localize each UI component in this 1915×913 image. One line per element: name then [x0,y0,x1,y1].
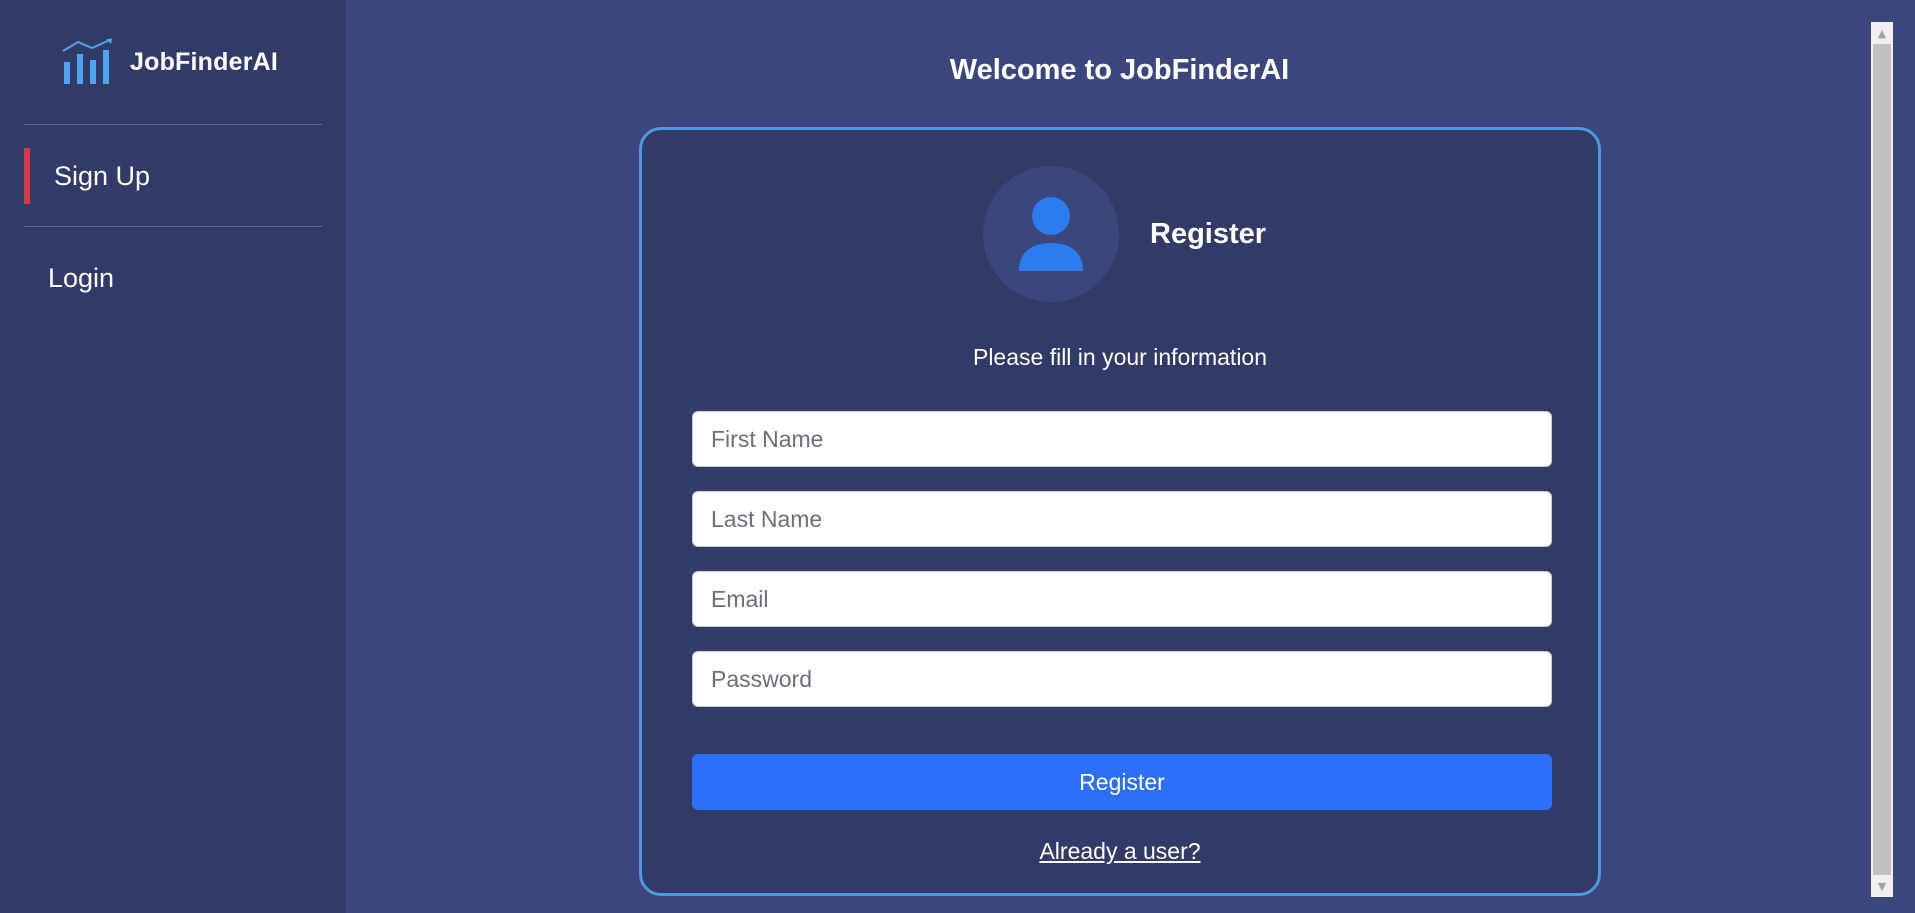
scrollbar-thumb[interactable] [1873,44,1891,875]
sidebar-divider [24,226,322,227]
card-title: Register [1150,218,1267,250]
brand-logo[interactable]: JobFinderAI [62,38,278,86]
password-input[interactable] [692,651,1552,707]
bar-chart-icon [62,38,113,84]
sidebar-item-label: Sign Up [54,160,151,191]
sidebar-item-label: Login [48,262,115,293]
sidebar-item-sign-up[interactable]: Sign Up [24,148,322,204]
register-card: Register Please fill in your information… [639,127,1601,896]
already-user-link[interactable]: Already a user? [642,838,1598,865]
register-button[interactable]: Register [692,754,1552,810]
avatar [983,166,1119,302]
first-name-input[interactable] [692,411,1552,467]
sidebar-item-login[interactable]: Login [24,250,322,306]
vertical-scrollbar[interactable]: ▲ ▼ [1871,22,1893,897]
scroll-up-icon[interactable]: ▲ [1871,22,1893,44]
scroll-down-icon[interactable]: ▼ [1871,875,1893,897]
sidebar-divider [24,124,322,125]
page-title: Welcome to JobFinderAI [949,54,1290,86]
email-input[interactable] [692,571,1552,627]
user-icon [1019,197,1083,271]
card-subtitle: Please fill in your information [972,344,1268,370]
sidebar: JobFinderAI Sign Up Login [0,0,346,913]
brand-name: JobFinderAI [130,47,279,76]
last-name-input[interactable] [692,491,1552,547]
